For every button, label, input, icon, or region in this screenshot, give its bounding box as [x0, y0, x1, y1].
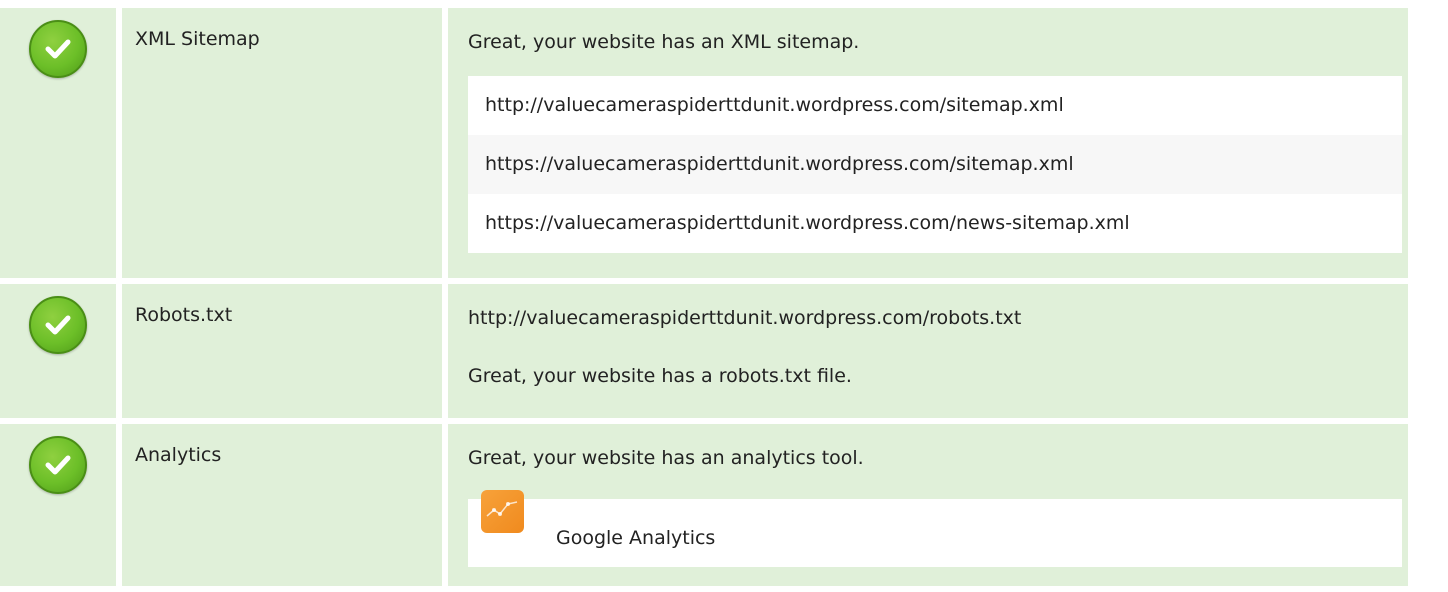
check-icon	[29, 20, 87, 78]
robots-url: http://valuecameraspiderttdunit.wordpres…	[468, 307, 1022, 329]
check-message: Great, your website has an analytics too…	[468, 447, 864, 469]
check-result-cell: http://valuecameraspiderttdunit.wordpres…	[448, 284, 1408, 418]
seo-checks-table: XML Sitemap Great, your website has an X…	[0, 8, 1448, 592]
check-row-xml-sitemap: XML Sitemap Great, your website has an X…	[0, 8, 1448, 278]
google-analytics-icon	[481, 490, 524, 533]
check-row-analytics: Analytics Great, your website has an ana…	[0, 424, 1448, 586]
sitemap-url: https://valuecameraspiderttdunit.wordpre…	[485, 212, 1130, 234]
check-result-cell: Great, your website has an XML sitemap. …	[448, 8, 1408, 278]
check-label-cell: Analytics	[122, 424, 442, 586]
check-row-robots-txt: Robots.txt http://valuecameraspiderttdun…	[0, 284, 1448, 418]
check-label-cell: XML Sitemap	[122, 8, 442, 278]
status-cell	[0, 284, 116, 418]
check-label: Analytics	[135, 444, 222, 466]
status-cell	[0, 8, 116, 278]
check-label: Robots.txt	[135, 304, 233, 326]
analytics-tool-item: Google Analytics	[468, 490, 1402, 567]
analytics-tool-name: Google Analytics	[556, 527, 716, 549]
sitemap-list: http://valuecameraspiderttdunit.wordpres…	[468, 76, 1402, 253]
check-label-cell: Robots.txt	[122, 284, 442, 418]
check-label: XML Sitemap	[135, 28, 260, 50]
check-result-cell: Great, your website has an analytics too…	[448, 424, 1408, 586]
status-cell	[0, 424, 116, 586]
sitemap-url: https://valuecameraspiderttdunit.wordpre…	[468, 135, 1402, 194]
check-message: Great, your website has an XML sitemap.	[468, 31, 860, 53]
sitemap-url: http://valuecameraspiderttdunit.wordpres…	[485, 94, 1064, 116]
check-message: Great, your website has a robots.txt fil…	[468, 365, 852, 387]
check-icon	[29, 296, 87, 354]
check-icon	[29, 436, 87, 494]
